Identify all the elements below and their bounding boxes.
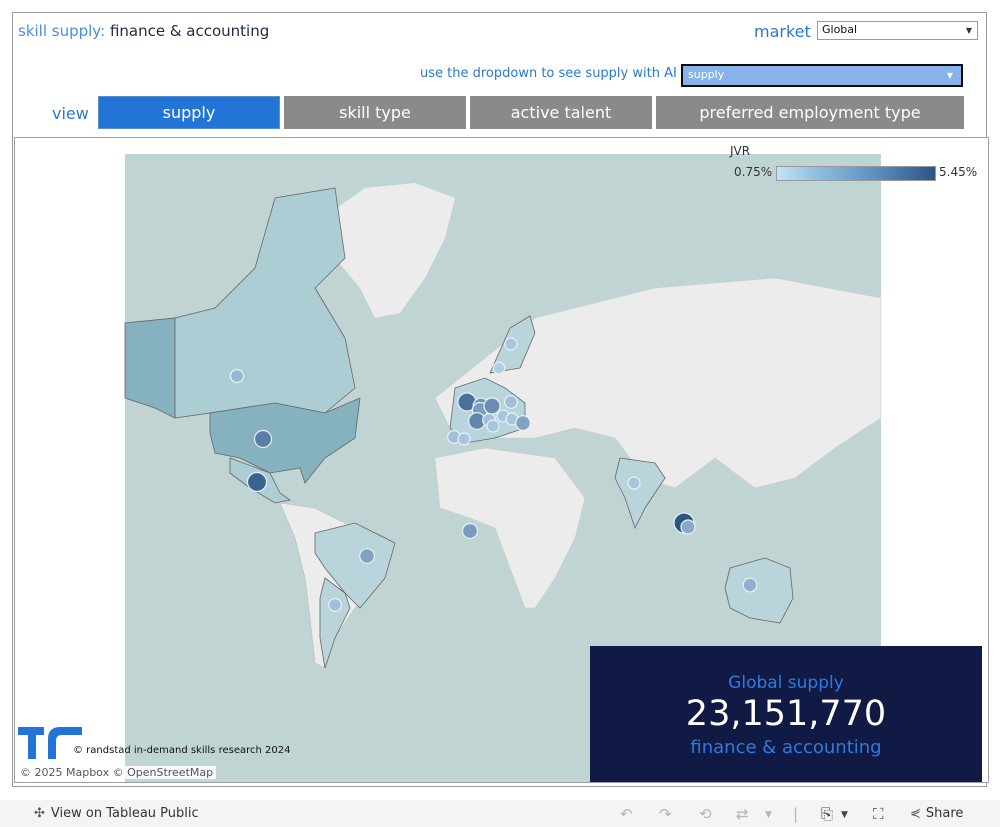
ai-supply-dropdown[interactable]: supply ▼ — [681, 64, 963, 87]
map-container[interactable]: JVR 0.75% 5.45% © randstad in-demand ski… — [14, 137, 989, 783]
share-label: Share — [925, 806, 964, 821]
marker-norway[interactable] — [492, 361, 506, 375]
tab-active-talent[interactable]: active talent — [470, 96, 652, 129]
tab-supply[interactable]: supply — [98, 96, 280, 129]
download-icon[interactable]: ⎘ — [821, 805, 833, 823]
tab-skill-type[interactable]: skill type — [284, 96, 466, 129]
marker-sweden[interactable] — [504, 337, 518, 351]
marker-malaysia[interactable] — [680, 519, 696, 535]
marker-canada[interactable] — [229, 368, 245, 384]
toolbar-divider: | — [793, 805, 799, 823]
marker-romania[interactable] — [515, 415, 531, 431]
legend-min: 0.75% — [734, 165, 773, 179]
marker-ghana-offshore[interactable] — [461, 522, 479, 540]
legend-title: JVR — [730, 144, 751, 158]
marker-poland[interactable] — [504, 395, 518, 409]
market-dropdown[interactable]: Global ▼ — [817, 21, 978, 40]
marker-brazil[interactable] — [359, 548, 375, 564]
marker-germany[interactable] — [483, 397, 501, 415]
marker-united-states[interactable] — [253, 429, 273, 449]
view-on-tableau-link[interactable]: ✣ View on Tableau Public — [34, 806, 199, 821]
legend-max: 5.45% — [939, 165, 978, 179]
revert-icon[interactable]: ⟲ — [699, 805, 712, 823]
kpi-subtitle: finance & accounting — [690, 737, 882, 758]
marker-mexico[interactable] — [246, 471, 268, 493]
kpi-card: Global supply 23,151,770 finance & accou… — [590, 646, 982, 782]
ai-dropdown-value: supply — [688, 68, 725, 81]
undo-icon[interactable]: ↶ — [620, 805, 633, 823]
tab-preferred-employment-type[interactable]: preferred employment type — [656, 96, 964, 129]
redo-icon[interactable]: ↷ — [659, 805, 672, 823]
kpi-value: 23,151,770 — [685, 694, 887, 734]
marker-australia[interactable] — [742, 577, 758, 593]
marker-italy[interactable] — [486, 419, 500, 433]
view-label: view — [52, 104, 89, 123]
market-label: market — [754, 22, 811, 41]
share-icon: ⋞ — [910, 806, 921, 821]
tableau-link-label: View on Tableau Public — [50, 806, 199, 821]
download-dropdown-icon[interactable]: ▼ — [841, 810, 848, 820]
marker-india[interactable] — [627, 476, 641, 490]
refresh-dropdown-icon[interactable]: ▼ — [765, 810, 772, 820]
map-attribution[interactable]: © 2025 Mapbox © OpenStreetMap — [17, 766, 217, 779]
chevron-down-icon: ▼ — [946, 71, 953, 80]
fullscreen-icon[interactable]: ⛶ — [873, 805, 884, 823]
kpi-label: Global supply — [728, 673, 844, 693]
legend-gradient — [776, 166, 936, 181]
refresh-icon[interactable]: ⇄ — [736, 805, 749, 823]
chevron-down-icon: ▼ — [965, 26, 972, 35]
title-prefix: skill supply: — [18, 22, 106, 40]
copyright-text: © randstad in-demand skills research 202… — [73, 745, 291, 756]
market-value: Global — [822, 23, 858, 36]
marker-portugal[interactable] — [457, 432, 471, 446]
marker-argentina[interactable] — [328, 598, 342, 612]
tableau-icon: ✣ — [34, 806, 45, 821]
page-title: skill supply: finance & accounting — [18, 22, 269, 40]
ai-dropdown-label: use the dropdown to see supply with AI — [420, 66, 677, 81]
title-main: finance & accounting — [109, 22, 270, 40]
share-button[interactable]: ⋞ Share — [910, 806, 963, 821]
